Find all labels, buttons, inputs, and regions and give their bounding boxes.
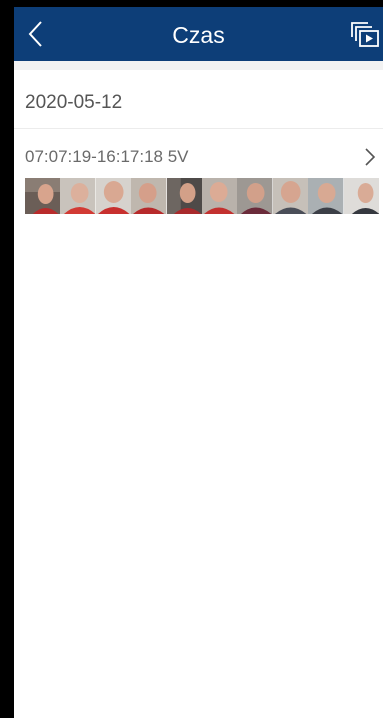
- top-app-bar: Czas: [14, 7, 383, 61]
- date-label: 2020-05-12: [25, 92, 123, 113]
- face-thumbnail: [308, 178, 344, 214]
- face-thumbnail: [201, 178, 238, 214]
- face-thumbnail: [272, 178, 309, 214]
- face-thumbnail: [60, 178, 96, 214]
- face-thumbnail: [131, 178, 167, 214]
- face-thumbnail: [237, 178, 273, 214]
- playlist-play-icon: [351, 22, 379, 47]
- date-header: 2020-05-12: [14, 70, 383, 129]
- app-screen: Czas 2020-05-12 07:07:19-16:17:18 5V: [14, 7, 383, 718]
- playlist-button[interactable]: [347, 17, 383, 53]
- section-divider: [14, 61, 383, 70]
- face-thumbnail: [166, 178, 202, 214]
- face-thumbnail: [25, 178, 61, 214]
- chevron-left-icon: [28, 21, 42, 47]
- recording-time-range: 07:07:19-16:17:18 5V: [25, 147, 189, 166]
- back-button[interactable]: [18, 15, 54, 53]
- face-thumbnail: [343, 178, 379, 214]
- thumbnail-strip: [25, 178, 379, 214]
- recording-item[interactable]: 07:07:19-16:17:18 5V: [14, 129, 383, 229]
- face-thumbnail: [95, 178, 132, 214]
- page-title: Czas: [172, 22, 225, 48]
- chevron-right-icon: [365, 148, 376, 166]
